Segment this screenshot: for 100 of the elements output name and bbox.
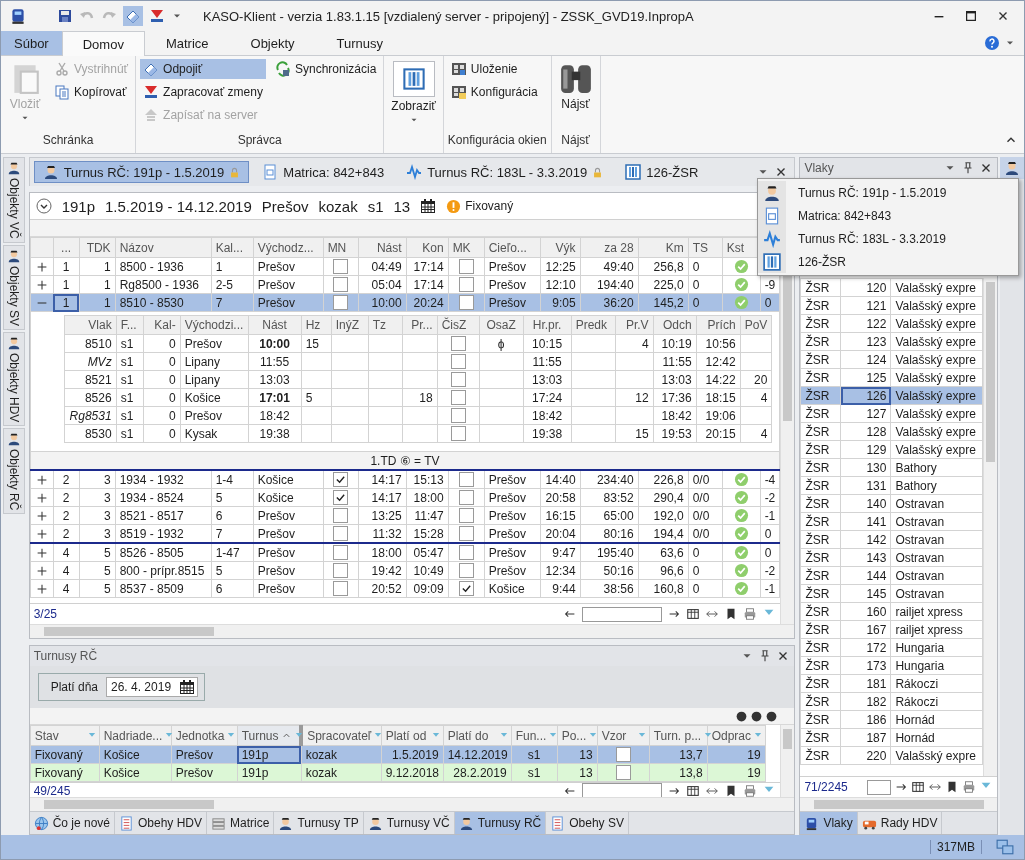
checkbox[interactable] [615, 747, 631, 762]
date-field[interactable]: 26. 4. 2019 [106, 677, 199, 697]
panel-tab[interactable]: Turnusy RČ [454, 812, 547, 834]
dot-icon[interactable] [750, 709, 764, 723]
side-tab[interactable]: Objekty HDV [3, 331, 25, 427]
help-icon[interactable] [984, 35, 1000, 51]
vertical-scrollbar[interactable] [983, 278, 998, 776]
file-tab[interactable]: Súbor [1, 31, 62, 55]
horizontal-scrollbar[interactable] [800, 797, 998, 811]
table-row[interactable]: 2 3 1934 - 1932 1-4 Košice 14:17 15:13 Prešov 14:40 234:40 226,8 0/0 -4 [30, 470, 780, 489]
menu-item[interactable]: Turnus RČ: 183L - 3.3.2019 [758, 227, 1018, 250]
ribbon-button[interactable]: Odpojiť [140, 59, 266, 79]
column-header[interactable]: Fun... [511, 725, 558, 746]
columns-icon[interactable] [686, 783, 701, 797]
column-header[interactable]: Jednotka [171, 725, 238, 746]
table-row[interactable]: 2 3 8519 - 1932 7 Prešov 11:32 15:28 Prešov 20:04 80:16 194,4 0/0 0 [30, 524, 780, 543]
checkbox[interactable] [333, 526, 349, 541]
horizontal-scrollbar[interactable] [29, 624, 795, 638]
print-icon[interactable] [743, 607, 758, 621]
checkbox[interactable] [450, 372, 466, 387]
panel-tab[interactable]: Čo je nové [29, 812, 115, 834]
checkbox[interactable] [458, 508, 474, 523]
save-icon[interactable] [57, 8, 73, 24]
ribbon-button[interactable]: Zobraziť [388, 59, 439, 127]
checkbox[interactable] [450, 336, 466, 351]
maximize-icon[interactable] [964, 9, 978, 23]
ribbon-button[interactable]: Konfigurácia [447, 82, 541, 102]
dot-icon[interactable] [735, 709, 749, 723]
checkbox[interactable] [450, 390, 466, 405]
vertical-scrollbar[interactable] [780, 725, 795, 797]
table-row[interactable]: 4 5 8526 - 8505 1-47 Prešov 18:00 05:47 Prešov 9:47 195:40 63,6 0 0 [30, 543, 780, 562]
panel-tab[interactable]: Rady HDV [857, 812, 943, 834]
collapse-icon[interactable] [35, 198, 52, 214]
checkbox[interactable] [450, 426, 466, 441]
checkbox[interactable] [333, 563, 349, 578]
column-header[interactable]: Vzor [597, 725, 650, 746]
table-row[interactable]: 4 5 8537 - 8509 6 Prešov 20:52 09:09 Košice 9:44 38:56 160,8 0 -1 [30, 579, 780, 598]
column-header[interactable]: Turnus [237, 725, 302, 746]
table-row[interactable]: 1 1 Rg8500 - 1936 2-5 Prešov 05:04 17:14 Prešov 12:10 194:40 225,0 0 -9 [30, 275, 780, 294]
print-icon[interactable] [962, 780, 977, 794]
columns-icon[interactable] [686, 607, 701, 621]
document-tab[interactable]: 126-ŽSR [616, 161, 708, 183]
checkbox[interactable] [458, 581, 474, 596]
ribbon-tab[interactable]: Matrice [144, 31, 230, 55]
panel-tab[interactable]: Turnusy VČ [363, 812, 455, 834]
columns-icon[interactable] [911, 780, 926, 794]
side-tab[interactable]: Objekty RČ [3, 428, 25, 515]
dot-icon[interactable] [765, 709, 779, 723]
panel-tab[interactable]: Obehy SV [546, 812, 629, 834]
menu-item[interactable]: Turnus RČ: 191p - 1.5.2019 [758, 181, 1018, 204]
column-header[interactable]: Stav [30, 725, 100, 746]
disconnect-button[interactable] [123, 6, 143, 26]
checkbox[interactable] [450, 408, 466, 423]
side-tab[interactable]: Objekty VČ [3, 157, 25, 243]
column-header[interactable]: Po... [557, 725, 598, 746]
column-header[interactable]: Spracovateľ [301, 725, 382, 746]
document-tab[interactable]: Turnus RČ: 183L - 3.3.2019 [397, 161, 613, 183]
checkbox[interactable] [333, 472, 349, 487]
document-tab[interactable]: Matrica: 842+843 [253, 161, 394, 183]
checkbox[interactable] [458, 277, 474, 292]
table-row[interactable]: 4 5 800 - prípr.8515 5 Prešov 19:42 10:49 Prešov 12:34 50:16 96,6 0 -2 [30, 561, 780, 580]
ribbon-button[interactable]: Kopírovať [51, 82, 132, 102]
column-header[interactable]: Turn. p... [649, 725, 708, 746]
panel-tab[interactable]: Obehy HDV [115, 812, 208, 834]
checkbox[interactable] [333, 508, 349, 523]
search-field[interactable] [582, 783, 663, 797]
checkbox[interactable] [333, 490, 349, 505]
column-header[interactable]: Nadriade... [99, 725, 172, 746]
ribbon-tab[interactable]: Turnusy [315, 31, 405, 55]
checkbox[interactable] [333, 545, 349, 560]
checkbox[interactable] [458, 472, 474, 487]
checkbox[interactable] [333, 295, 349, 310]
panel-tab[interactable]: Matrice [207, 812, 275, 834]
ribbon-tab[interactable]: Domov [61, 31, 145, 56]
table-row[interactable]: 2 3 1934 - 8524 5 Košice 14:17 18:00 Prešov 20:58 83:52 290,4 0/0 -2 [30, 488, 780, 507]
ribbon-button[interactable]: Synchronizácia [271, 59, 380, 79]
ribbon-tab[interactable]: Objekty [229, 31, 316, 55]
checkbox[interactable] [333, 581, 349, 596]
column-header[interactable]: Platí od [381, 725, 444, 746]
conductor-icon[interactable] [1004, 160, 1021, 176]
column-header[interactable]: Platí do [443, 725, 512, 746]
panel-tab[interactable]: Turnusy TP [274, 812, 364, 834]
checkbox[interactable] [458, 563, 474, 578]
search-field[interactable] [867, 779, 892, 795]
ribbon-button[interactable]: Zapracovať zmeny [140, 82, 266, 102]
column-header[interactable]: Odprac [707, 725, 766, 746]
checkbox[interactable] [458, 295, 474, 310]
calendar-icon[interactable] [179, 679, 196, 695]
checkbox[interactable] [458, 490, 474, 505]
table-row[interactable]: 2 3 8521 - 8517 6 Prešov 13:25 11:47 Prešov 16:15 65:00 192,0 0/0 -1 [30, 506, 780, 525]
checkbox[interactable] [615, 765, 631, 780]
document-tab[interactable]: Turnus RČ: 191p - 1.5.2019 [33, 161, 250, 183]
side-tab[interactable]: Objekty SV [3, 244, 25, 330]
menu-item[interactable]: Matrica: 842+843 [758, 204, 1018, 227]
checkbox[interactable] [333, 277, 349, 292]
checkbox[interactable] [458, 259, 474, 274]
train-icon[interactable] [9, 7, 27, 25]
down-arrow-icon[interactable] [149, 8, 165, 24]
checkbox[interactable] [458, 545, 474, 560]
ribbon-button[interactable]: Uloženie [447, 59, 541, 79]
